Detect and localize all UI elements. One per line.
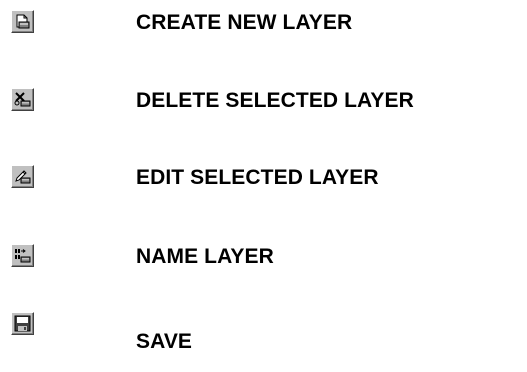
name-layer-button[interactable] <box>11 244 34 267</box>
legend-label-edit-selected-layer: EDIT SELECTED LAYER <box>136 166 379 189</box>
legend-label-save: SAVE <box>136 330 193 353</box>
legend-item-edit-selected-layer: EDIT SELECTED LAYER <box>0 155 527 195</box>
legend-item-name-layer: NAME LAYER <box>0 234 527 274</box>
create-new-layer-icon <box>16 14 30 29</box>
create-new-layer-button[interactable] <box>11 10 34 33</box>
legend-label-delete-selected-layer: DELETE SELECTED LAYER <box>136 89 414 112</box>
save-icon <box>14 315 31 332</box>
legend-item-delete-selected-layer: DELETE SELECTED LAYER <box>0 78 527 118</box>
edit-selected-layer-button[interactable] <box>11 165 34 188</box>
delete-selected-layer-icon <box>14 92 31 107</box>
legend-label-name-layer: NAME LAYER <box>136 245 274 268</box>
legend-label-create-new-layer: CREATE NEW LAYER <box>136 11 353 34</box>
delete-selected-layer-button[interactable] <box>11 88 34 111</box>
save-button[interactable] <box>11 312 34 335</box>
name-layer-icon <box>15 249 31 263</box>
legend-item-create-new-layer: CREATE NEW LAYER <box>0 0 527 40</box>
edit-selected-layer-icon <box>15 170 31 184</box>
legend-item-save: SAVE <box>0 308 527 353</box>
